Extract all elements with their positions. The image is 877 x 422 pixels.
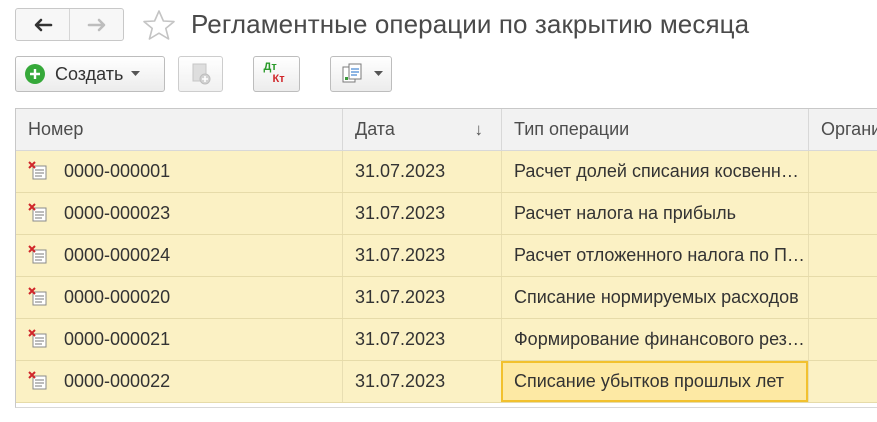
cell-organization[interactable]	[808, 361, 877, 402]
cell-organization[interactable]	[808, 277, 877, 318]
table-row[interactable]: 0000-000024 31.07.2023 Расчет отложенног…	[16, 235, 877, 277]
print-menu-button[interactable]	[330, 56, 392, 92]
cell-number[interactable]: 0000-000024	[16, 235, 342, 276]
cell-date[interactable]: 31.07.2023	[342, 319, 501, 360]
table-row-selected[interactable]: 0000-000022 31.07.2023 Списание убытков …	[16, 361, 877, 403]
column-header-number[interactable]: Номер	[16, 109, 342, 150]
documents-print-icon	[342, 63, 362, 83]
document-deleted-icon	[28, 287, 47, 306]
copy-document-icon	[192, 63, 210, 85]
table-row[interactable]: 0000-000020 31.07.2023 Списание нормируе…	[16, 277, 877, 319]
forward-button[interactable]	[69, 9, 123, 40]
plus-icon	[25, 64, 45, 84]
document-deleted-icon	[28, 203, 47, 222]
cell-organization[interactable]	[808, 193, 877, 234]
column-header-date[interactable]: Дата ↓	[342, 109, 501, 150]
cell-date[interactable]: 31.07.2023	[342, 277, 501, 318]
sort-descending-icon: ↓	[474, 120, 484, 139]
cell-date[interactable]: 31.07.2023	[342, 193, 501, 234]
cell-date[interactable]: 31.07.2023	[342, 235, 501, 276]
cell-operation-type[interactable]: Формирование финансового результата	[501, 319, 808, 360]
table-row[interactable]: 0000-000021 31.07.2023 Формирование фина…	[16, 319, 877, 361]
arrow-right-icon	[87, 18, 105, 31]
cell-operation-type[interactable]: Расчет отложенного налога по ПБУ 18/02	[501, 235, 808, 276]
cell-operation-type[interactable]: Списание нормируемых расходов	[501, 277, 808, 318]
chevron-down-icon	[131, 71, 141, 76]
table-row[interactable]: 0000-000023 31.07.2023 Расчет налога на …	[16, 193, 877, 235]
postings-report-button[interactable]: Дт Кт	[253, 56, 300, 92]
cell-number[interactable]: 0000-000001	[16, 151, 342, 192]
create-button[interactable]: Создать	[15, 56, 165, 92]
row-number: 0000-000021	[64, 329, 171, 349]
document-deleted-icon	[28, 161, 47, 180]
column-header-organization[interactable]: Организ	[808, 109, 877, 150]
cell-date[interactable]: 31.07.2023	[342, 361, 501, 402]
create-button-label: Создать	[55, 63, 124, 84]
cell-number[interactable]: 0000-000020	[16, 277, 342, 318]
arrow-left-icon	[34, 18, 52, 31]
cell-organization[interactable]	[808, 151, 877, 192]
copy-button[interactable]	[178, 56, 223, 92]
favorite-star-icon[interactable]	[142, 9, 176, 41]
row-number: 0000-000024	[64, 245, 171, 265]
column-header-date-label: Дата	[355, 119, 395, 139]
cell-date[interactable]: 31.07.2023	[342, 151, 501, 192]
document-deleted-icon	[28, 371, 47, 390]
page-title: Регламентные операции по закрытию месяца	[191, 9, 750, 39]
back-button[interactable]	[16, 9, 69, 40]
cell-number[interactable]: 0000-000023	[16, 193, 342, 234]
title-bar: Регламентные операции по закрытию месяца	[0, 0, 877, 52]
row-number: 0000-000023	[64, 203, 171, 223]
nav-buttons	[15, 8, 124, 41]
cell-operation-type[interactable]: Расчет налога на прибыль	[501, 193, 808, 234]
cell-number[interactable]: 0000-000021	[16, 319, 342, 360]
operations-table: Номер Дата ↓ Тип операции Организ 0000-0…	[15, 108, 877, 408]
document-deleted-icon	[28, 329, 47, 348]
column-header-operation-type[interactable]: Тип операции	[501, 109, 808, 150]
table-row[interactable]: 0000-000001 31.07.2023 Расчет долей спис…	[16, 151, 877, 193]
chevron-down-icon	[374, 71, 383, 76]
cell-number[interactable]: 0000-000022	[16, 361, 342, 402]
row-number: 0000-000022	[64, 371, 171, 391]
cell-organization[interactable]	[808, 235, 877, 276]
cell-organization[interactable]	[808, 319, 877, 360]
row-number: 0000-000001	[64, 161, 171, 181]
table-body: 0000-000001 31.07.2023 Расчет долей спис…	[16, 151, 877, 403]
cell-operation-type-selected[interactable]: Списание убытков прошлых лет	[501, 361, 808, 402]
cell-operation-type[interactable]: Расчет долей списания косвенных расходов	[501, 151, 808, 192]
document-deleted-icon	[28, 245, 47, 264]
row-number: 0000-000020	[64, 287, 171, 307]
toolbar: Создать Дт Кт	[0, 56, 877, 96]
dt-kt-icon: Дт Кт	[263, 61, 285, 85]
table-header: Номер Дата ↓ Тип операции Организ	[16, 109, 877, 151]
